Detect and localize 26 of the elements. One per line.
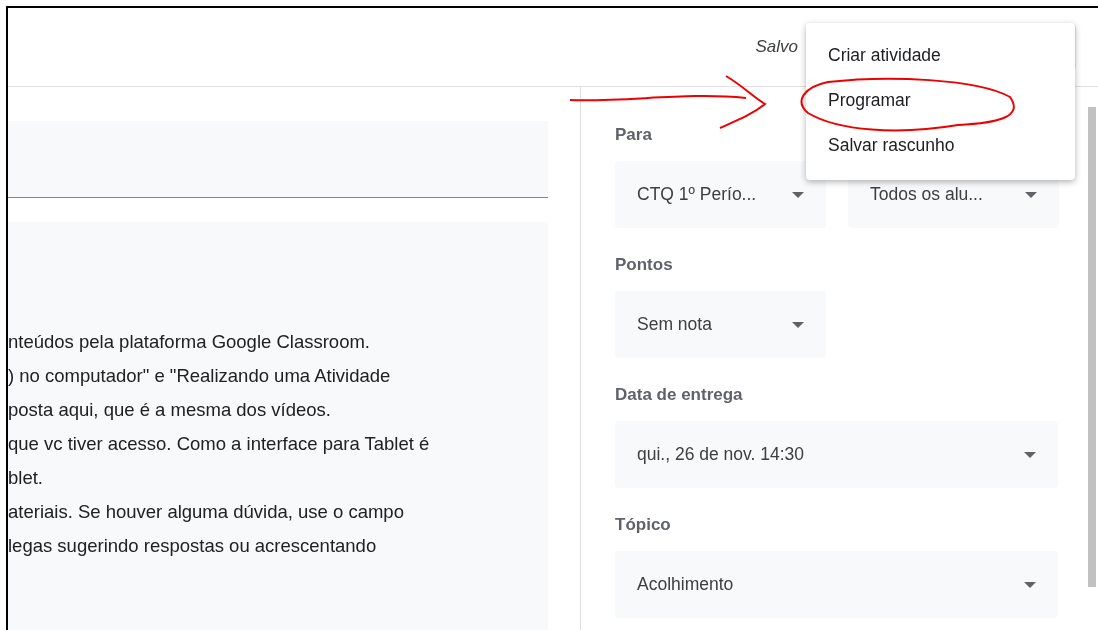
caret-icon — [792, 191, 804, 198]
scrollbar[interactable] — [1088, 107, 1096, 587]
description-line: blet. — [8, 466, 43, 490]
menu-item[interactable]: Programar — [806, 78, 1075, 123]
caret-icon — [792, 321, 804, 328]
description-line: nteúdos pela plataforma Google Classroom. — [8, 330, 370, 354]
field-label: Pontos — [615, 254, 673, 276]
description-field[interactable] — [8, 222, 548, 630]
dropdown[interactable]: CTQ 1º Perío... — [615, 161, 826, 228]
field-label: Data de entrega — [615, 384, 743, 406]
caret-icon — [1024, 451, 1036, 458]
description-line: ateriais. Se houver alguma dúvida, use o campo — [8, 500, 404, 524]
description-line: que vc tiver acesso. Como a interface para Tablet é — [8, 432, 430, 456]
description-line: legas sugerindo respostas ou acrescentando — [8, 534, 377, 558]
caret-icon — [1024, 581, 1036, 588]
menu-item[interactable]: Criar atividade — [806, 33, 1075, 78]
dropdown[interactable]: Sem nota — [615, 291, 826, 358]
field-label: Tópico — [615, 514, 671, 536]
dropdown[interactable]: qui., 26 de nov. 14:30 — [615, 421, 1058, 488]
dropdown[interactable]: Acolhimento — [615, 551, 1058, 618]
save-status: Salvo — [755, 36, 798, 59]
title-field[interactable] — [8, 121, 548, 198]
field-label: Para — [615, 124, 652, 146]
caret-icon — [1025, 191, 1037, 198]
description-line: ) no computador" e "Realizando uma Atividade — [8, 364, 391, 388]
description-line: posta aqui, que é a mesma dos vídeos. — [8, 398, 331, 422]
